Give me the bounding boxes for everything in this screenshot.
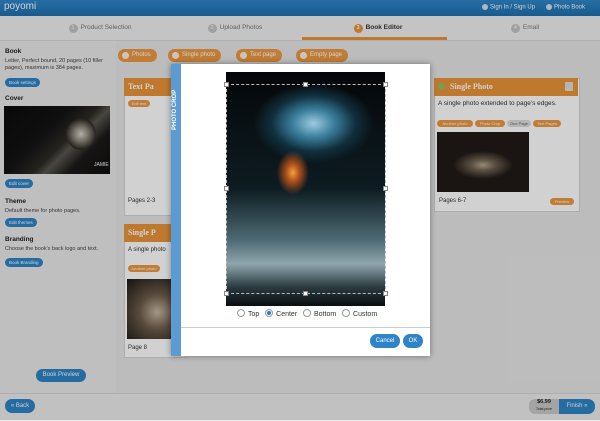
crop-handle[interactable] xyxy=(303,291,308,296)
crop-option-bottom[interactable]: Bottom xyxy=(303,309,337,318)
crop-handle[interactable] xyxy=(224,186,229,191)
crop-handle[interactable] xyxy=(224,82,229,87)
radio-button[interactable] xyxy=(303,309,311,317)
crop-handle[interactable] xyxy=(383,186,388,191)
ok-button[interactable]: OK xyxy=(403,334,423,348)
option-label: Top xyxy=(248,311,260,318)
option-label: Center xyxy=(276,311,298,318)
crop-frame[interactable] xyxy=(224,82,388,296)
crop-handle[interactable] xyxy=(303,82,308,87)
crop-handle[interactable] xyxy=(383,82,388,87)
radio-button-selected[interactable] xyxy=(265,309,274,317)
radio-button[interactable] xyxy=(342,309,351,317)
dialog-title: PHOTO CROP xyxy=(172,89,178,130)
crop-option-center[interactable]: Center xyxy=(265,309,298,318)
option-label: Bottom xyxy=(314,311,337,318)
crop-option-custom[interactable]: Custom xyxy=(342,309,378,318)
cancel-button[interactable]: Cancel xyxy=(370,334,400,348)
dialog-divider xyxy=(181,327,430,328)
crop-handle[interactable] xyxy=(383,291,388,296)
crop-handle[interactable] xyxy=(224,291,229,296)
crop-option-top[interactable]: Top xyxy=(237,309,260,318)
option-label: Custom xyxy=(353,311,378,318)
radio-button[interactable] xyxy=(237,309,245,317)
crop-position-options: Top Center Bottom Custom xyxy=(237,309,377,318)
